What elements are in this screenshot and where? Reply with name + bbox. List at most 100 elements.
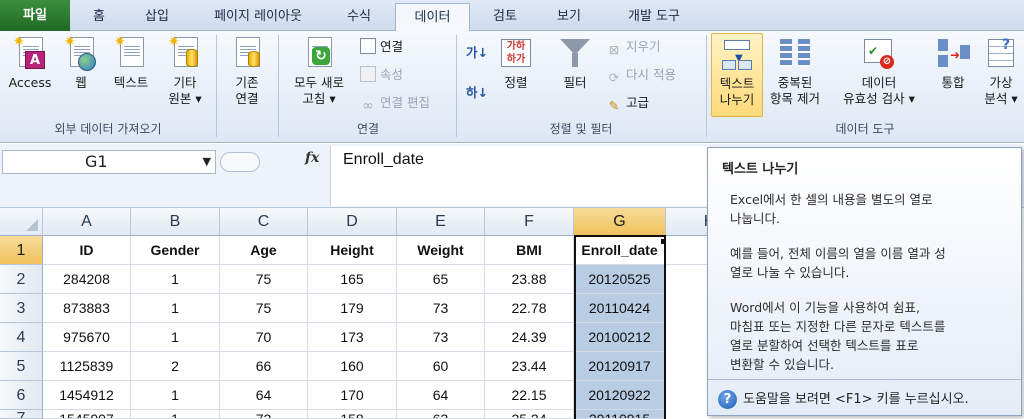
name-box-dropdown-icon[interactable]: ▼ [203,151,211,173]
table-cell[interactable]: 173 [308,323,397,352]
table-cell[interactable]: 2 [131,352,220,381]
column-header-a[interactable]: A [43,208,131,236]
sort-desc-button[interactable]: 하↓ [466,83,488,103]
table-cell[interactable]: 70 [220,323,308,352]
filter-button[interactable]: 필터 [552,35,598,91]
sort-asc-button[interactable]: 가↓ [466,43,488,63]
consolidate-button[interactable]: ➜ 통합 [931,35,975,91]
table-cell[interactable]: 1125839 [43,352,131,381]
tab-file[interactable]: 파일 [0,0,70,31]
table-cell[interactable]: 23.88 [485,265,574,294]
tab-insert[interactable]: 삽입 [126,3,188,31]
header-cell-enroll-date[interactable]: Enroll_date [574,236,666,265]
tab-data[interactable]: 데이터 [395,3,470,32]
remove-duplicates-button[interactable]: 중복된 항목 제거 [765,35,825,107]
refresh-all-button[interactable]: ↻ 모두 새로 고침 ▾ [284,35,354,107]
table-cell[interactable]: 1454912 [43,381,131,410]
sort-filter-group-label: 정렬 및 필터 [549,122,613,136]
edit-links-button[interactable]: ∞ 연결 편집 [360,93,430,114]
table-cell-selected[interactable]: 20120525 [574,265,666,294]
row-header-1[interactable]: 1 [0,236,43,265]
table-cell[interactable]: 23.44 [485,352,574,381]
tab-page-layout[interactable]: 페이지 레이아웃 [193,3,323,31]
properties-button[interactable]: 속성 [360,65,403,85]
row-header-7[interactable]: 7 [0,410,43,419]
header-cell-age[interactable]: Age [220,236,308,265]
column-header-e[interactable]: E [397,208,485,236]
row-header-5[interactable]: 5 [0,352,43,381]
table-cell[interactable]: 65 [397,265,485,294]
table-cell[interactable]: 63 [397,410,485,419]
table-cell[interactable]: 22.15 [485,381,574,410]
insert-function-button[interactable]: fx [305,150,319,166]
table-cell[interactable]: 1545007 [43,410,131,419]
table-cell[interactable]: 75 [220,294,308,323]
table-cell[interactable]: 1 [131,323,220,352]
table-cell[interactable]: 72 [220,410,308,419]
row-header-4[interactable]: 4 [0,323,43,352]
existing-connections-button[interactable]: 기존 연결 [222,35,272,107]
web-button[interactable]: ✷ 웹 [60,35,102,91]
table-cell-selected[interactable]: 20110915 [574,410,666,419]
table-cell[interactable]: 64 [397,381,485,410]
select-all-button[interactable] [0,208,43,236]
data-validation-button[interactable]: ✔ ⊘ 데이터 유효성 검사 ▾ [833,35,925,107]
formula-bar-resize-handle[interactable] [220,152,260,172]
advanced-filter-button[interactable]: ✎ 고급 [606,93,649,113]
table-cell[interactable]: 73 [397,323,485,352]
row-header-2[interactable]: 2 [0,265,43,294]
table-cell[interactable]: 1 [131,265,220,294]
table-cell-selected[interactable]: 20100212 [574,323,666,352]
table-cell-selected[interactable]: 20120922 [574,381,666,410]
header-cell-height[interactable]: Height [308,236,397,265]
tab-formulas[interactable]: 수식 [330,3,388,31]
table-cell-selected[interactable]: 20110424 [574,294,666,323]
table-cell[interactable]: 60 [397,352,485,381]
clear-filter-button[interactable]: ⊠ 지우기 [606,37,661,57]
column-header-g[interactable]: G [574,208,666,236]
column-header-f[interactable]: F [485,208,574,236]
table-cell[interactable]: 284208 [43,265,131,294]
row-header-3[interactable]: 3 [0,294,43,323]
row-header-6[interactable]: 6 [0,381,43,410]
reapply-button[interactable]: ⟳ 다시 적용 [606,65,676,85]
table-cell[interactable]: 873883 [43,294,131,323]
table-cell[interactable]: 25.24 [485,410,574,419]
access-button[interactable]: ✷ A Access [4,35,56,91]
header-cell-id[interactable]: ID [43,236,131,265]
other-sources-button[interactable]: ✷ 기타 원본 ▾ [160,35,210,107]
what-if-analysis-button[interactable]: ? 가상 분석 ▾ [978,35,1024,107]
header-cell-gender[interactable]: Gender [131,236,220,265]
table-cell[interactable]: 170 [308,381,397,410]
table-cell[interactable]: 73 [397,294,485,323]
table-cell[interactable]: 179 [308,294,397,323]
column-header-d[interactable]: D [308,208,397,236]
tab-home[interactable]: 홈 [78,3,120,31]
text-to-columns-button[interactable]: ▼ 텍스트 나누기 [711,33,763,117]
sort-button[interactable]: 가하 하가 정렬 [496,35,536,91]
header-cell-bmi[interactable]: BMI [485,236,574,265]
table-cell[interactable]: 165 [308,265,397,294]
table-cell[interactable]: 75 [220,265,308,294]
column-header-c[interactable]: C [220,208,308,236]
table-cell[interactable]: 64 [220,381,308,410]
fill-handle[interactable] [661,239,666,244]
table-cell[interactable]: 975670 [43,323,131,352]
table-cell[interactable]: 24.39 [485,323,574,352]
table-cell[interactable]: 158 [308,410,397,419]
table-cell[interactable]: 22.78 [485,294,574,323]
table-cell[interactable]: 1 [131,410,220,419]
tab-developer[interactable]: 개발 도구 [604,3,704,31]
connections-button[interactable]: 연결 [360,37,403,57]
name-box[interactable]: G1 ▼ [2,150,216,174]
table-cell[interactable]: 66 [220,352,308,381]
table-cell-selected[interactable]: 20120917 [574,352,666,381]
table-cell[interactable]: 160 [308,352,397,381]
header-cell-weight[interactable]: Weight [397,236,485,265]
from-text-button[interactable]: ✷ 텍스트 [106,35,156,91]
table-cell[interactable]: 1 [131,294,220,323]
tab-view[interactable]: 보기 [540,3,598,31]
column-header-b[interactable]: B [131,208,220,236]
table-cell[interactable]: 1 [131,381,220,410]
tab-review[interactable]: 검토 [476,3,534,31]
